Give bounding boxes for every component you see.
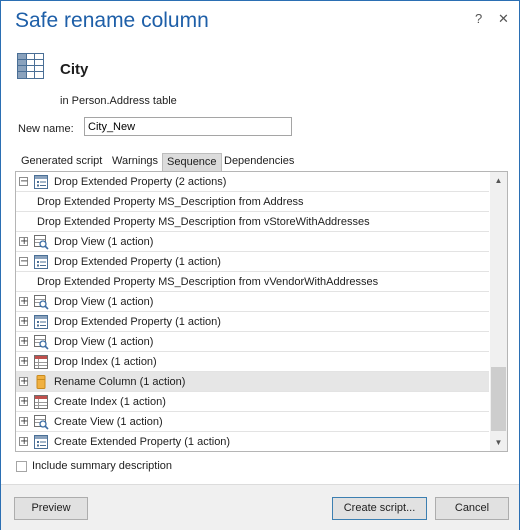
sequence-label: Rename Column (1 action) bbox=[54, 376, 186, 388]
sequence-label: Drop Index (1 action) bbox=[54, 356, 157, 368]
view-icon bbox=[34, 415, 49, 430]
summary-checkbox-label: Include summary description bbox=[32, 460, 173, 472]
sequence-group[interactable]: + Drop View (1 action) bbox=[16, 292, 489, 312]
create-script-button[interactable]: Create script... bbox=[332, 497, 427, 520]
sequence-label: Drop View (1 action) bbox=[54, 236, 154, 248]
extended-property-icon bbox=[34, 435, 48, 449]
sequence-label: Create Index (1 action) bbox=[54, 396, 166, 408]
dialog-footer: Preview Create script... Cancel bbox=[1, 484, 519, 530]
expand-icon[interactable]: + bbox=[19, 317, 28, 327]
extended-property-icon bbox=[34, 315, 48, 329]
sequence-group[interactable]: + Create Index (1 action) bbox=[16, 392, 489, 412]
extended-property-icon bbox=[34, 255, 48, 269]
sequence-group[interactable]: + Drop View (1 action) bbox=[16, 232, 489, 252]
scroll-up-icon[interactable]: ▲ bbox=[490, 172, 507, 189]
help-button[interactable]: ? bbox=[475, 11, 482, 26]
safe-rename-dialog: Safe rename column ? ✕ City in Person.Ad… bbox=[0, 0, 520, 530]
tab-generated-script[interactable]: Generated script bbox=[17, 153, 106, 170]
scroll-thumb[interactable] bbox=[491, 367, 506, 431]
preview-button[interactable]: Preview bbox=[14, 497, 88, 520]
column-icon bbox=[36, 375, 46, 389]
sequence-action[interactable]: Drop Extended Property MS_Description fr… bbox=[16, 212, 489, 232]
sequence-label: Drop Extended Property (1 action) bbox=[54, 316, 221, 328]
sequence-action[interactable]: Drop Extended Property MS_Description fr… bbox=[16, 192, 489, 212]
sequence-label: Drop View (1 action) bbox=[54, 336, 154, 348]
sequence-group[interactable]: + Drop Extended Property (1 action) bbox=[16, 312, 489, 332]
object-name: City bbox=[60, 61, 89, 78]
expand-icon[interactable]: + bbox=[19, 337, 28, 347]
index-icon bbox=[34, 395, 48, 409]
sequence-group[interactable]: + Create View (1 action) bbox=[16, 412, 489, 432]
sequence-label: Drop Extended Property (1 action) bbox=[54, 256, 221, 268]
expand-icon[interactable]: + bbox=[19, 417, 28, 427]
table-icon bbox=[17, 53, 44, 79]
index-icon bbox=[34, 355, 48, 369]
scroll-down-icon[interactable]: ▼ bbox=[490, 434, 507, 451]
expand-icon[interactable]: + bbox=[19, 297, 28, 307]
view-icon bbox=[34, 295, 49, 310]
dialog-title: Safe rename column bbox=[15, 9, 209, 32]
sequence-label: Drop Extended Property MS_Description fr… bbox=[37, 196, 304, 208]
view-icon bbox=[34, 235, 49, 250]
sequence-action[interactable]: Drop Extended Property MS_Description fr… bbox=[16, 272, 489, 292]
sequence-group[interactable]: + Rename Column (1 action) bbox=[16, 372, 489, 392]
sequence-label: Drop Extended Property (2 actions) bbox=[54, 176, 227, 188]
sequence-label: Drop Extended Property MS_Description fr… bbox=[37, 276, 379, 288]
sequence-group[interactable]: + Drop View (1 action) bbox=[16, 332, 489, 352]
tab-warnings[interactable]: Warnings bbox=[108, 153, 162, 170]
sequence-group[interactable]: − Drop Extended Property (2 actions) bbox=[16, 172, 489, 192]
summary-checkbox[interactable] bbox=[16, 461, 27, 472]
new-name-label: New name: bbox=[18, 123, 74, 135]
cancel-button[interactable]: Cancel bbox=[435, 497, 509, 520]
expand-icon[interactable]: + bbox=[19, 437, 28, 447]
collapse-icon[interactable]: − bbox=[19, 177, 28, 187]
expand-icon[interactable]: + bbox=[19, 357, 28, 367]
sequence-label: Create Extended Property (1 action) bbox=[54, 436, 231, 448]
tab-dependencies[interactable]: Dependencies bbox=[220, 153, 298, 170]
collapse-icon[interactable]: − bbox=[19, 257, 28, 267]
expand-icon[interactable]: + bbox=[19, 397, 28, 407]
sequence-label: Create View (1 action) bbox=[54, 416, 163, 428]
vertical-scrollbar[interactable]: ▲ ▼ bbox=[490, 172, 507, 451]
sequence-label: Drop Extended Property MS_Description fr… bbox=[37, 216, 370, 228]
expand-icon[interactable]: + bbox=[19, 237, 28, 247]
close-button[interactable]: ✕ bbox=[498, 11, 509, 27]
view-icon bbox=[34, 335, 49, 350]
sequence-label: Drop View (1 action) bbox=[54, 296, 154, 308]
sequence-group[interactable]: + Create Extended Property (1 action) bbox=[16, 432, 489, 451]
new-name-input[interactable] bbox=[84, 117, 292, 136]
extended-property-icon bbox=[34, 175, 48, 189]
object-location: in Person.Address table bbox=[60, 95, 177, 107]
expand-icon[interactable]: + bbox=[19, 377, 28, 387]
sequence-group[interactable]: − Drop Extended Property (1 action) bbox=[16, 252, 489, 272]
sequence-group[interactable]: + Drop Index (1 action) bbox=[16, 352, 489, 372]
sequence-list: − Drop Extended Property (2 actions) Dro… bbox=[15, 171, 508, 452]
tab-sequence[interactable]: Sequence bbox=[162, 153, 222, 171]
